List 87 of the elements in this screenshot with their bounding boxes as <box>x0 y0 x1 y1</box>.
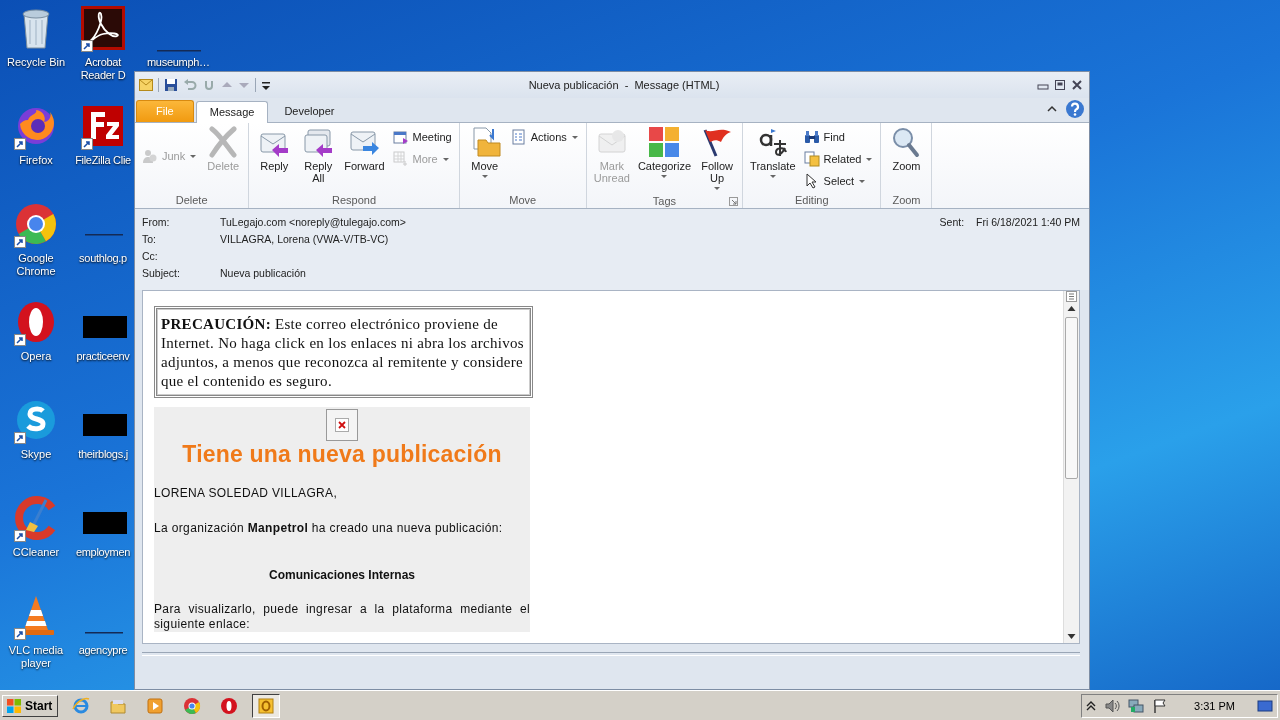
junk-person-icon <box>142 148 158 164</box>
desktop-icon-label[interactable]: agencypre <box>78 644 128 657</box>
binoculars-icon <box>803 129 820 145</box>
flag-icon[interactable] <box>1152 697 1169 714</box>
header-label: To: <box>142 233 157 247</box>
header-label: From: <box>142 216 171 230</box>
clock-text[interactable]: 3:31 PM <box>1194 699 1235 712</box>
document-icon <box>510 129 527 145</box>
pdf-reader-icon[interactable] <box>79 4 127 52</box>
outlook-icon <box>257 696 276 715</box>
related-documents-icon <box>803 151 820 167</box>
windows-logo-icon <box>6 697 22 714</box>
group-label: Respond <box>331 194 376 207</box>
desktop-icon-label[interactable]: theirblogs.j <box>78 448 128 461</box>
ribbon-tab[interactable]: Message <box>195 101 269 123</box>
greeting-text: LORENA SOLEDAD VILLAGRA, <box>154 486 339 501</box>
intro-text: La organización Manpetrol ha creado una nueva publicación: <box>154 521 504 536</box>
save-icon[interactable] <box>164 78 178 92</box>
delete-x-icon <box>207 126 240 158</box>
opera-icon <box>220 696 239 715</box>
desktop-icon-label[interactable]: museumph… <box>147 56 207 69</box>
desktop-icon-label[interactable]: VLC media player <box>1 644 71 670</box>
desktop-icon-label[interactable]: Google Chrome <box>1 252 71 278</box>
header-value: Fri 6/18/2021 1:40 PM <box>976 216 1080 228</box>
taskbar-button[interactable] <box>252 693 281 718</box>
desktop-icon-label[interactable]: Recycle Bin <box>6 56 66 69</box>
header-label: Sent: <box>939 216 965 228</box>
header-label: Subject: <box>142 267 181 281</box>
desktop-icon-label[interactable]: Acrobat Reader D <box>73 56 133 82</box>
grid-icon <box>392 151 409 167</box>
message-heading: Tiene una nueva publicación <box>181 441 503 468</box>
show-desktop-icon[interactable] <box>1257 697 1273 714</box>
collapse-ribbon-icon[interactable] <box>1047 104 1057 114</box>
browser-e-icon <box>72 696 91 715</box>
desktop-icon-label[interactable]: southlog.p <box>79 252 127 265</box>
desktop-icon-label[interactable]: CCleaner <box>12 546 60 559</box>
maximize-icon[interactable] <box>1054 79 1066 91</box>
color-squares-icon <box>648 126 681 158</box>
ribbon-button[interactable]: Meeting <box>389 126 455 148</box>
desktop-icon-label[interactable]: FileZilla Clie <box>75 154 131 167</box>
ribbon-button[interactable]: Follow Up <box>696 125 739 193</box>
ribbon-button[interactable]: Move <box>463 125 506 181</box>
dialog-launcher-icon[interactable] <box>729 197 739 206</box>
network-icon[interactable] <box>1128 697 1145 714</box>
ribbon-button[interactable]: Categorize <box>634 125 695 181</box>
instructions-text: Para visualizarlo, puede ingresar a la plataforma mediante el siguiente enlace: <box>154 602 530 632</box>
window-title: Nueva publicación - Message (HTML) <box>527 79 721 91</box>
group-label: Delete <box>175 194 208 207</box>
ribbon-button[interactable]: Translate <box>747 125 799 181</box>
desktop-icon-label[interactable]: employmen <box>75 546 131 559</box>
ribbon-button[interactable]: Select <box>800 170 877 192</box>
scrollbar[interactable] <box>1063 291 1079 643</box>
warning-text: PRECAUCIÓN: Este correo electrónico proviene de Internet. No haga click en los enlaces ni abra los archivos adjuntos, a menos que reconozca al remitente y considere que el contenido es seguro. <box>161 315 525 391</box>
ribbon-button[interactable]: Zoom <box>885 125 928 173</box>
desktop-icon-label[interactable]: Firefox <box>19 154 53 167</box>
group-label: Zoom <box>892 194 921 207</box>
media-player-icon <box>146 696 165 715</box>
show-hidden-icons[interactable] <box>1086 699 1097 712</box>
section-title: Comunicaciones Internas <box>267 568 416 582</box>
ribbon-button[interactable]: Actions <box>507 126 582 148</box>
group-label: Editing <box>794 194 829 207</box>
ribbon-tab[interactable]: Developer <box>270 100 349 122</box>
group-label: Tags <box>652 194 677 207</box>
header-value: Nueva publicación <box>220 267 306 281</box>
ribbon-button[interactable]: Forward <box>341 125 388 173</box>
start-button[interactable]: Start <box>2 694 59 717</box>
help-icon[interactable] <box>1065 99 1085 119</box>
envelope-icon <box>139 79 153 91</box>
ribbon-button[interactable]: Reply All <box>297 125 340 185</box>
page-icon[interactable] <box>1066 291 1077 302</box>
ribbon-button[interactable]: Reply <box>253 125 296 173</box>
calendar-icon <box>392 129 409 145</box>
desktop-icon-label[interactable]: Opera <box>20 350 52 363</box>
close-icon[interactable] <box>1071 79 1083 91</box>
desktop-icon-label[interactable]: practiceenv <box>76 350 130 363</box>
desktop-icon-label[interactable]: Skype <box>20 448 52 461</box>
ribbon-button[interactable]: Related <box>800 148 877 170</box>
header-value: TuLegajo.com <noreply@tulegajo.com> <box>220 216 406 230</box>
scroll-thumb[interactable] <box>1065 317 1078 479</box>
volume-icon[interactable] <box>1104 697 1121 714</box>
header-value: VILLAGRA, Lorena (VWA-V/TB-VC) <box>220 233 389 247</box>
chrome-icon <box>183 696 202 715</box>
header-label: Cc: <box>142 250 159 264</box>
customize-toolbar-icon[interactable] <box>261 79 271 91</box>
reply-all-envelope-icon <box>302 126 335 158</box>
ribbon-button[interactable]: Find <box>800 126 877 148</box>
group-label: Move <box>509 194 537 207</box>
